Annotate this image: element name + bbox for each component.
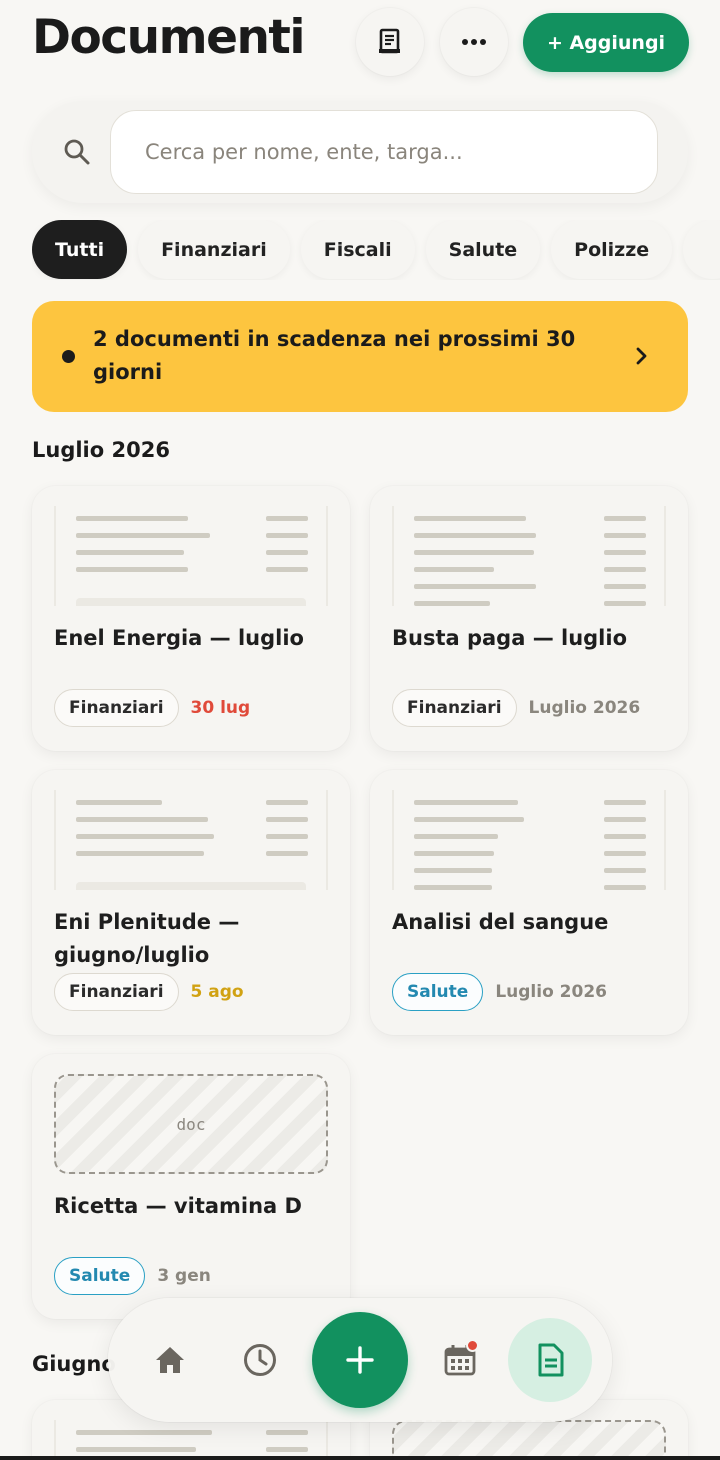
filter-chip-finanziari[interactable]: Finanziari bbox=[138, 220, 290, 279]
thumbnail-placeholder-label: doc bbox=[176, 1114, 206, 1134]
document-date: Luglio 2026 bbox=[528, 698, 641, 718]
document-thumbnail bbox=[392, 506, 666, 606]
document-card[interactable]: doc Ricetta — vitamina D Salute 3 gen bbox=[32, 1054, 350, 1319]
bottom-navigation bbox=[108, 1298, 612, 1422]
document-title: Busta paga — luglio bbox=[392, 626, 628, 650]
document-title: Enel Energia — luglio bbox=[54, 626, 304, 650]
filter-chip-more[interactable] bbox=[683, 220, 720, 279]
document-icon bbox=[538, 1343, 564, 1377]
page-title: Documenti bbox=[32, 10, 306, 65]
notification-badge bbox=[466, 1339, 479, 1352]
scan-button[interactable] bbox=[356, 8, 424, 76]
document-title: Ricetta — vitamina D bbox=[54, 1194, 302, 1218]
nav-documents-active[interactable] bbox=[508, 1318, 592, 1402]
document-card[interactable]: Enel Energia — luglio Finanziari 30 lug bbox=[32, 486, 350, 751]
category-tag: Salute bbox=[54, 1257, 146, 1295]
more-options-button[interactable] bbox=[440, 8, 508, 76]
history-icon bbox=[244, 1344, 276, 1376]
document-title: Eni Plenitude — giugno/luglio bbox=[54, 910, 240, 967]
warning-dot-icon bbox=[62, 350, 75, 363]
scan-receipt-icon bbox=[379, 28, 400, 54]
search-icon bbox=[64, 139, 90, 165]
section-title: Luglio 2026 bbox=[32, 438, 170, 462]
search-bar bbox=[32, 101, 688, 203]
nav-calendar[interactable] bbox=[438, 1338, 482, 1382]
chevron-right-icon bbox=[636, 347, 647, 365]
document-thumbnail bbox=[54, 506, 328, 606]
category-tag: Finanziari bbox=[54, 973, 179, 1011]
add-icon bbox=[346, 1346, 374, 1374]
filter-chip-polizze[interactable]: Polizze bbox=[551, 220, 673, 279]
filter-chip-fiscali[interactable]: Fiscali bbox=[300, 220, 415, 279]
document-date: 30 lug bbox=[190, 698, 251, 718]
screen-bottom-edge bbox=[0, 1456, 720, 1460]
document-card[interactable]: Eni Plenitude — giugno/luglio Finanziari… bbox=[32, 770, 350, 1035]
category-filter-bar: Tutti Finanziari Fiscali Salute Polizze bbox=[32, 220, 720, 280]
document-card[interactable]: Analisi del sangue Salute Luglio 2026 bbox=[370, 770, 688, 1035]
document-date: 3 gen bbox=[157, 1266, 211, 1286]
add-document-button[interactable]: + Aggiungi bbox=[523, 13, 689, 72]
filter-chip-salute[interactable]: Salute bbox=[425, 220, 541, 279]
nav-add-button[interactable] bbox=[312, 1312, 408, 1408]
document-date: Luglio 2026 bbox=[495, 982, 607, 1002]
document-thumbnail bbox=[54, 790, 328, 890]
nav-history[interactable] bbox=[238, 1338, 282, 1382]
category-tag: Finanziari bbox=[392, 689, 517, 727]
document-title: Analisi del sangue bbox=[392, 910, 609, 934]
nav-home[interactable] bbox=[148, 1338, 192, 1382]
document-thumbnail-placeholder: doc bbox=[54, 1074, 328, 1174]
document-thumbnail bbox=[392, 790, 666, 890]
document-date: 5 ago bbox=[190, 982, 244, 1002]
filter-chip-tutti[interactable]: Tutti bbox=[32, 220, 128, 279]
banner-text: 2 documenti in scadenza nei prossimi 30 … bbox=[93, 327, 576, 384]
category-tag: Finanziari bbox=[54, 689, 179, 727]
search-input[interactable] bbox=[110, 110, 658, 194]
category-tag: Salute bbox=[392, 973, 484, 1011]
home-icon bbox=[156, 1347, 184, 1373]
document-thumbnail bbox=[54, 1420, 328, 1460]
document-card[interactable]: Busta paga — luglio Finanziari Luglio 20… bbox=[370, 486, 688, 751]
section-title: Giugno bbox=[32, 1352, 116, 1376]
more-dots-icon bbox=[462, 39, 486, 45]
document-thumbnail-placeholder bbox=[392, 1420, 666, 1460]
expiring-documents-banner[interactable]: 2 documenti in scadenza nei prossimi 30 … bbox=[32, 301, 688, 412]
